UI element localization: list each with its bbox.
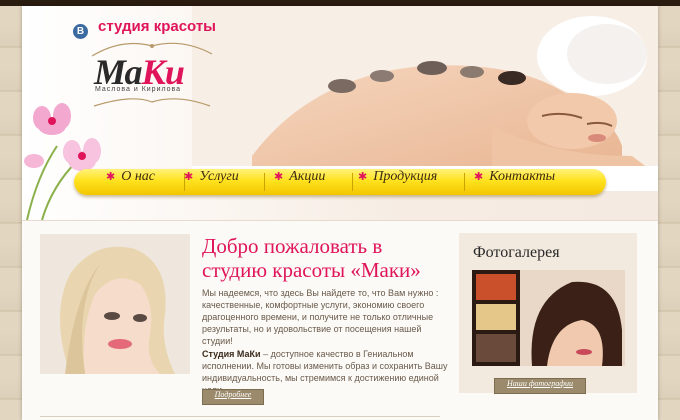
gallery-image (472, 270, 625, 366)
content-divider (40, 416, 440, 417)
nav-label: О нас (121, 169, 155, 184)
welcome-photo (40, 234, 190, 374)
gallery-preview[interactable] (472, 270, 625, 366)
tagline: студия красоты (98, 18, 216, 35)
star-icon: ✱ (106, 171, 116, 183)
banner-image (192, 6, 658, 191)
welcome-paragraph-1: Мы надеемся, что здесь Вы найдете то, чт… (202, 288, 439, 346)
header-divider (22, 220, 658, 221)
more-button[interactable]: Подробнее (202, 389, 264, 405)
gallery-title: Фотогалерея (473, 244, 560, 261)
nav-separator (464, 173, 465, 191)
nav-label: Продукция (373, 169, 438, 184)
more-button-label: Подробнее (214, 390, 252, 399)
nav-item-contacts[interactable]: ✱ Контакты (474, 169, 555, 195)
star-icon: ✱ (474, 171, 484, 183)
nav-item-products[interactable]: ✱ Продукция (358, 169, 437, 195)
nav-separator (352, 173, 353, 191)
nav-item-services[interactable]: ✱ Услуги (184, 169, 239, 195)
nav-item-about[interactable]: ✱ О нас (106, 169, 155, 195)
photo-gallery-panel: Фотогалерея Наши фотографии (459, 233, 637, 394)
nav-separator (264, 173, 265, 191)
our-photos-label: Наши фотографии (507, 379, 573, 388)
studio-name: Студия МаКи (202, 349, 261, 359)
our-photos-button[interactable]: Наши фотографии (494, 378, 586, 394)
header-banner: В студия красоты МаКи Маслова и Кирилова… (22, 6, 658, 220)
star-icon: ✱ (358, 171, 368, 183)
page-container: В студия красоты МаКи Маслова и Кирилова… (22, 6, 658, 420)
nav-label: Контакты (489, 169, 556, 184)
nav-label: Услуги (199, 169, 239, 184)
main-nav: ✱ О нас ✱ Услуги ✱ Акции ✱ Продукция ✱ Контак… (74, 169, 606, 195)
star-icon: ✱ (274, 171, 284, 183)
logo-subtitle: Маслова и Кирилова (95, 86, 182, 93)
nav-item-promotions[interactable]: ✱ Акции (274, 169, 325, 195)
star-icon: ✱ (184, 171, 194, 183)
welcome-title: Добро пожаловать в студию красоты «Маки» (202, 234, 421, 282)
nav-label: Акции (289, 169, 326, 184)
